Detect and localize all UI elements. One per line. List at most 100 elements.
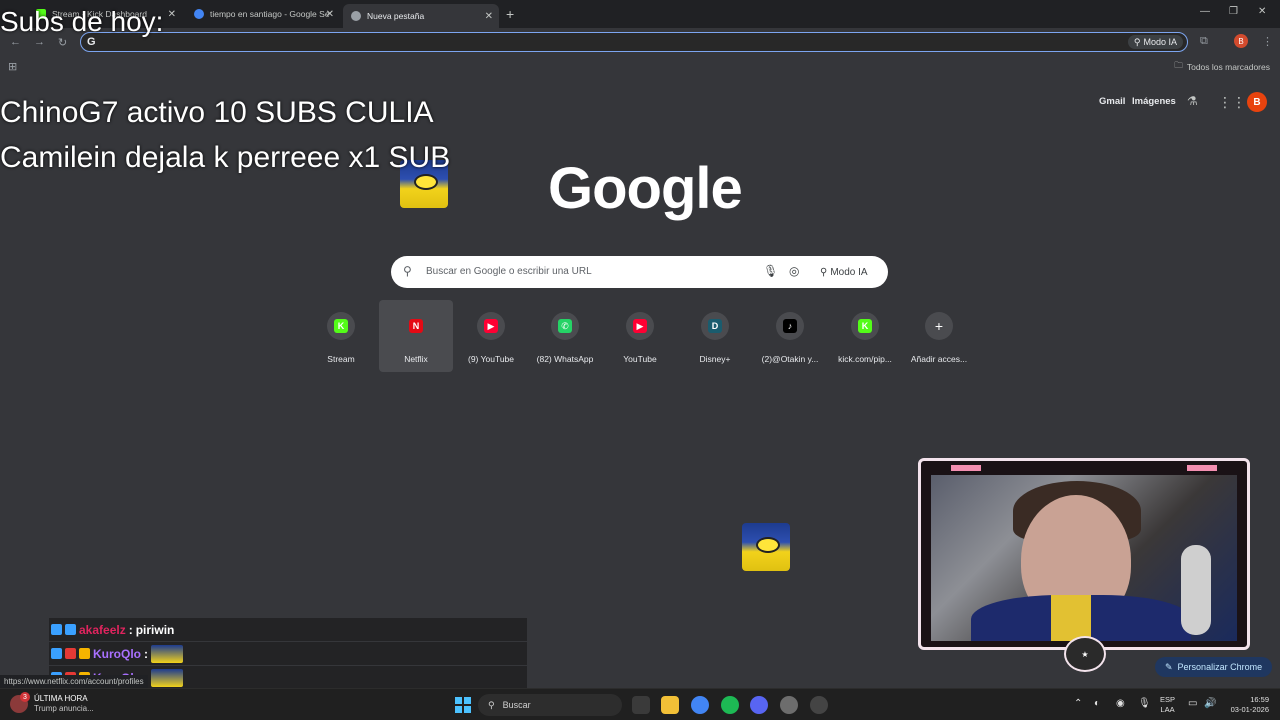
chat-badge-icon xyxy=(65,624,76,635)
subs-overlay-line: ChinoG7 activo 10 SUBS CULIA xyxy=(0,96,434,129)
images-link[interactable]: Imágenes xyxy=(1132,96,1176,107)
discord-icon[interactable] xyxy=(750,696,768,714)
shortcut-tile[interactable]: ✆ (82) WhatsApp xyxy=(528,300,602,372)
news-icon: 3 xyxy=(10,692,30,714)
tab-strip: Stream - Kick Dashboard ✕ tiempo en sant… xyxy=(0,0,1280,28)
modo-ia-search-button[interactable]: ⚲ Modo IA xyxy=(814,263,874,281)
tray-app-icon[interactable]: ◉ xyxy=(1116,698,1125,709)
address-bar[interactable]: G ⚲ Modo IA xyxy=(80,32,1188,52)
google-apps-icon[interactable]: ⋮⋮ xyxy=(1218,94,1246,111)
new-tab-button[interactable]: + xyxy=(506,6,514,22)
apps-grid-icon[interactable]: ⊞ xyxy=(8,60,17,73)
tray-chevron-icon[interactable]: ⌃ xyxy=(1074,698,1082,709)
shortcut-label: (2)@Otakin y... xyxy=(761,354,819,364)
all-bookmarks-button[interactable]: 🗀 Todos los marcadores xyxy=(1174,60,1270,74)
google-icon xyxy=(194,9,204,19)
obs-icon[interactable] xyxy=(780,696,798,714)
shortcut-label: (82) WhatsApp xyxy=(536,354,594,364)
extensions-icon[interactable]: ⧉ xyxy=(1200,35,1208,48)
file-explorer-icon[interactable] xyxy=(661,696,679,714)
shortcut-icon: N xyxy=(409,319,423,333)
chrome-taskbar-icon[interactable] xyxy=(691,696,709,714)
webcam-frame xyxy=(918,458,1250,650)
windows-start-icon[interactable] xyxy=(455,697,471,713)
google-search-box[interactable]: ⚲ Buscar en Google o escribir una URL 🎙 … xyxy=(391,256,888,288)
toolbar: ← → ↻ G ⚲ Modo IA ⧉ ⋮ xyxy=(0,28,1280,56)
streamer-logo: ★ xyxy=(1064,636,1106,672)
close-icon[interactable]: ✕ xyxy=(326,9,334,20)
menu-icon[interactable]: ⋮ xyxy=(1262,35,1273,48)
tab-new-tab[interactable]: Nueva pestaña ✕ xyxy=(343,4,499,28)
frame-decoration xyxy=(951,465,981,471)
google-account-avatar[interactable]: B xyxy=(1247,92,1267,112)
app-icon[interactable] xyxy=(810,696,828,714)
shortcut-icon: D xyxy=(708,319,722,333)
search-spark-icon: ⚲ xyxy=(1133,36,1141,47)
google-lens-icon[interactable]: ◎ xyxy=(789,264,799,278)
taskbar-search[interactable]: ⚲ Buscar xyxy=(478,694,622,716)
back-icon[interactable]: ← xyxy=(10,36,21,48)
shortcut-tile[interactable]: N Netflix xyxy=(379,300,453,372)
volume-icon[interactable]: 🔊 xyxy=(1204,698,1216,709)
shortcut-icon-circle: + xyxy=(925,312,953,340)
status-bar-url: https://www.netflix.com/account/profiles xyxy=(0,675,148,688)
spotify-icon[interactable] xyxy=(721,696,739,714)
shortcut-icon-circle: K xyxy=(327,312,355,340)
chat-text: piriwin xyxy=(135,622,175,637)
shortcut-tile[interactable]: ▶ (9) YouTube xyxy=(454,300,528,372)
shortcut-icon-circle: ▶ xyxy=(626,312,654,340)
subs-overlay-title: Subs de hoy: xyxy=(0,6,164,37)
chat-emote xyxy=(151,668,183,687)
labs-flask-icon[interactable]: ⚗ xyxy=(1187,94,1198,108)
close-icon[interactable]: ✕ xyxy=(168,9,176,20)
shortcut-tile[interactable]: ▶ YouTube xyxy=(603,300,677,372)
shortcut-tile[interactable]: D Disney+ xyxy=(678,300,752,372)
news-subtitle: Trump anuncia... xyxy=(34,704,94,714)
shortcut-icon: ▶ xyxy=(484,319,498,333)
folder-icon: 🗀 xyxy=(1174,60,1183,70)
search-icon: ⚲ xyxy=(488,699,495,710)
profile-avatar[interactable]: B xyxy=(1234,34,1248,48)
customize-chrome-button[interactable]: ✎ Personalizar Chrome xyxy=(1155,657,1273,677)
shortcut-icon: K xyxy=(334,319,348,333)
shortcut-tile[interactable]: K Stream xyxy=(304,300,378,372)
news-widget[interactable]: 3 ÚLTIMA HORA Trump anuncia... xyxy=(10,692,94,715)
reload-icon[interactable]: ↻ xyxy=(58,36,67,49)
shortcut-tile[interactable]: Kkick.com/pip... xyxy=(828,300,902,372)
taskbar-clock[interactable]: 16:59 03-01-2026 xyxy=(1225,695,1269,715)
forward-icon[interactable]: → xyxy=(34,36,45,48)
shortcut-icon: ▶ xyxy=(633,319,647,333)
search-icon: ⚲ xyxy=(403,264,412,278)
modo-ia-button[interactable]: ⚲ Modo IA xyxy=(1127,35,1183,49)
chat-badge-icon xyxy=(51,624,62,635)
chat-message: KuroQlo : xyxy=(49,642,527,665)
shortcut-icon-circle: N xyxy=(402,312,430,340)
close-icon[interactable]: ✕ xyxy=(485,11,493,22)
windows-taskbar: 3 ÚLTIMA HORA Trump anuncia... ⚲ Buscar … xyxy=(0,688,1280,720)
language-indicator[interactable]: ESP LAA xyxy=(1160,695,1175,715)
bookmarks-bar: ⊞ 🗀 Todos los marcadores xyxy=(0,56,1280,76)
minimize-icon[interactable]: — xyxy=(1200,6,1210,17)
task-view-icon[interactable] xyxy=(632,696,650,714)
shortcut-label: Stream xyxy=(327,354,355,364)
close-window-icon[interactable]: ✕ xyxy=(1258,6,1266,17)
network-icon[interactable]: ▭ xyxy=(1188,698,1197,709)
webcam-video xyxy=(931,475,1237,641)
emote-sticker xyxy=(742,523,790,571)
search-placeholder[interactable]: Buscar en Google o escribir una URL xyxy=(426,266,592,277)
tray-mic-icon[interactable]: 🎙 xyxy=(1138,698,1151,709)
tray-app-icon[interactable]: ◐ xyxy=(1094,698,1100,709)
shortcut-icon-circle: ✆ xyxy=(551,312,579,340)
restore-icon[interactable]: ❐ xyxy=(1229,6,1238,17)
chat-username: KuroQlo xyxy=(93,646,141,661)
chat-emote xyxy=(151,644,183,663)
microphone-icon[interactable]: 🎙 xyxy=(763,264,778,278)
gmail-link[interactable]: Gmail xyxy=(1099,96,1125,107)
shortcut-icon: K xyxy=(858,319,872,333)
chat-badge-icon xyxy=(79,648,90,659)
shortcut-tile[interactable]: + Añadir acces... xyxy=(902,300,976,372)
shortcut-tile[interactable]: ♪ (2)@Otakin y... xyxy=(753,300,827,372)
tab-google-search[interactable]: tiempo en santiago - Google Se ✕ xyxy=(186,4,340,24)
chat-separator: : xyxy=(144,646,148,661)
shortcut-icon-circle: D xyxy=(701,312,729,340)
